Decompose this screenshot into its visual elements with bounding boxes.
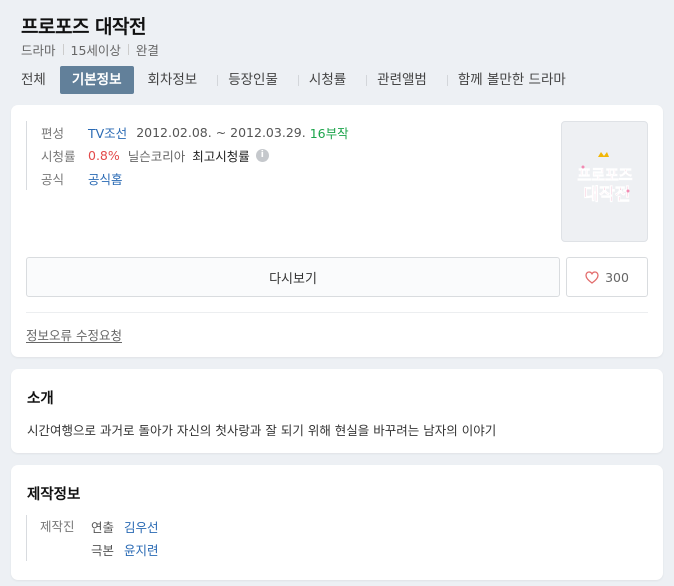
meta-genre: 드라마 [21, 43, 56, 58]
rating-value: 0.8% [88, 148, 120, 163]
meta-divider [62, 44, 64, 55]
rewatch-button[interactable]: 다시보기 [26, 257, 560, 297]
episode-count: 16부작 [309, 126, 349, 141]
production-row-writer: 극본 윤지련 [91, 538, 159, 561]
intro-title: 소개 [27, 391, 54, 407]
production-group: 제작진 연출 김우선 극본 윤지련 [40, 515, 159, 561]
rating-row: 시청률 0.8% 닐슨코리아 최고시청률 i [41, 144, 349, 167]
person-link[interactable]: 윤지련 [124, 540, 159, 559]
tab-episode-info[interactable]: 회차정보 [138, 66, 208, 94]
like-count: 300 [605, 269, 629, 285]
person-link[interactable]: 김우선 [124, 517, 159, 536]
like-button[interactable]: 300 [566, 257, 648, 297]
info-list: 편성 TV조선 2012.02.08. ~ 2012.03.29. 16부작 시… [26, 121, 349, 190]
rating-kind: 최고시청률 [192, 149, 250, 164]
poster-title-line2: 대작전 [583, 185, 630, 205]
official-homepage-link[interactable]: 공식홈 [88, 169, 123, 188]
broadcast-label: 편성 [41, 126, 65, 141]
info-icon[interactable]: i [255, 149, 269, 162]
production-list: 제작진 연출 김우선 극본 윤지련 [26, 515, 159, 561]
basic-info-card: 편성 TV조선 2012.02.08. ~ 2012.03.29. 16부작 시… [11, 105, 663, 357]
meta-line: 드라마 15세이상 완결 [21, 40, 159, 59]
meta-age-rating: 15세이상 [70, 43, 121, 58]
intro-card: 소개 시간여행으로 과거로 돌아가 자신의 첫사랑과 잘 되기 위해 현실을 바… [11, 369, 663, 453]
role-label: 극본 [91, 543, 115, 558]
production-row-director: 연출 김우선 [91, 515, 159, 538]
role-label: 연출 [91, 520, 115, 535]
tab-characters[interactable]: 등장인물 [217, 66, 288, 94]
poster-logo-icon: 프로포즈 대작전 [577, 151, 633, 205]
rating-label: 시청률 [41, 149, 76, 164]
production-title: 제작정보 [27, 487, 81, 503]
rating-source: 닐슨코리아 [127, 149, 186, 164]
poster-title-line1: 프로포즈 [577, 166, 632, 184]
page-title: 프로포즈 대작전 [21, 16, 146, 38]
report-error-link[interactable]: 정보오류 수정요청 [26, 325, 122, 344]
official-row: 공식 공식홈 [41, 167, 349, 190]
heart-icon [585, 270, 599, 284]
intro-text: 시간여행으로 과거로 돌아가 자신의 첫사랑과 잘 되기 위해 현실을 바꾸려는… [27, 423, 497, 438]
tab-all[interactable]: 전체 [11, 66, 56, 94]
broadcast-row: 편성 TV조선 2012.02.08. ~ 2012.03.29. 16부작 [41, 121, 349, 144]
official-label: 공식 [41, 172, 65, 187]
divider [26, 312, 648, 313]
production-label: 제작진 [40, 519, 75, 534]
tab-basic-info[interactable]: 기본정보 [59, 66, 134, 94]
meta-divider [127, 44, 129, 55]
production-card: 제작정보 제작진 연출 김우선 극본 윤지련 [11, 465, 663, 580]
tab-ratings[interactable]: 시청률 [297, 66, 356, 94]
channel-link[interactable]: TV조선 [88, 123, 127, 142]
meta-status: 완결 [135, 43, 159, 58]
poster-image[interactable]: 프로포즈 대작전 [561, 121, 648, 242]
production-rows: 연출 김우선 극본 윤지련 [91, 515, 159, 561]
tab-related-albums[interactable]: 관련앨범 [366, 66, 437, 94]
broadcast-period: 2012.02.08. ~ 2012.03.29. [136, 125, 306, 140]
tab-bar: 전체 기본정보 회차정보 등장인물 시청률 관련앨범 함께 볼만한 드라마 [11, 66, 576, 94]
tab-similar-dramas[interactable]: 함께 볼만한 드라마 [446, 66, 576, 94]
